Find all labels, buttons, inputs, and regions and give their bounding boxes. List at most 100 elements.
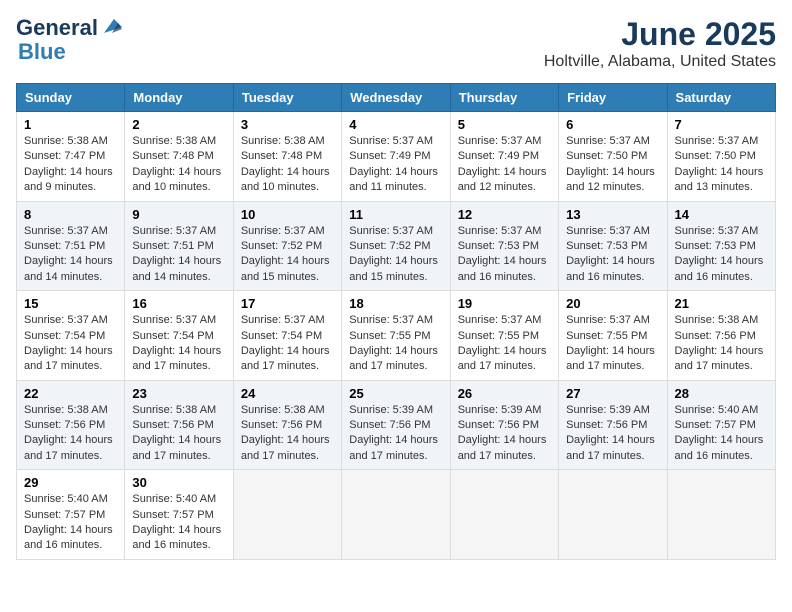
day-number: 15	[24, 296, 117, 311]
calendar-cell: 20 Sunrise: 5:37 AM Sunset: 7:55 PM Dayli…	[559, 291, 667, 381]
calendar-cell: 21 Sunrise: 5:38 AM Sunset: 7:56 PM Dayli…	[667, 291, 775, 381]
day-info: Sunrise: 5:37 AM Sunset: 7:55 PM Dayligh…	[566, 313, 659, 375]
day-number: 24	[241, 386, 334, 401]
calendar-cell: 10Sunrise: 5:37 AM Sunset: 7:52 PM Dayli…	[233, 201, 341, 291]
day-number: 13	[566, 207, 659, 222]
day-info: Sunrise: 5:37 AM Sunset: 7:50 PM Dayligh…	[675, 134, 768, 196]
logo-blue-text: Blue	[18, 40, 66, 64]
day-header-wednesday: Wednesday	[342, 84, 450, 112]
day-number: 7	[675, 117, 768, 132]
calendar-cell: 4 Sunrise: 5:37 AM Sunset: 7:49 PM Daylig…	[342, 112, 450, 202]
day-number: 22	[24, 386, 117, 401]
day-header-sunday: Sunday	[17, 84, 125, 112]
page-header: General Blue June 2025 Holtville, Alabam…	[16, 16, 776, 71]
day-number: 6	[566, 117, 659, 132]
day-number: 27	[566, 386, 659, 401]
calendar-cell	[559, 470, 667, 560]
day-header-tuesday: Tuesday	[233, 84, 341, 112]
calendar-cell: 2 Sunrise: 5:38 AM Sunset: 7:48 PM Daylig…	[125, 112, 233, 202]
calendar-cell: 8 Sunrise: 5:37 AM Sunset: 7:51 PM Daylig…	[17, 201, 125, 291]
day-info: Sunrise: 5:37 AM Sunset: 7:51 PM Dayligh…	[24, 224, 117, 286]
calendar-cell: 11 Sunrise: 5:37 AM Sunset: 7:52 PM Dayli…	[342, 201, 450, 291]
day-number: 14	[675, 207, 768, 222]
day-info: Sunrise: 5:37 AM Sunset: 7:53 PM Dayligh…	[566, 224, 659, 286]
day-info: Sunrise: 5:38 AM Sunset: 7:56 PM Dayligh…	[132, 403, 225, 465]
calendar-cell: 17Sunrise: 5:37 AM Sunset: 7:54 PM Dayli…	[233, 291, 341, 381]
day-info: Sunrise: 5:37 AM Sunset: 7:51 PM Dayligh…	[132, 224, 225, 286]
day-number: 25	[349, 386, 442, 401]
month-title: June 2025	[544, 16, 776, 53]
title-area: June 2025 Holtville, Alabama, United Sta…	[544, 16, 776, 71]
calendar-cell: 27 Sunrise: 5:39 AM Sunset: 7:56 PM Dayli…	[559, 380, 667, 470]
calendar-cell: 19Sunrise: 5:37 AM Sunset: 7:55 PM Dayli…	[450, 291, 558, 381]
calendar-cell: 16 Sunrise: 5:37 AM Sunset: 7:54 PM Dayli…	[125, 291, 233, 381]
calendar-cell: 9Sunrise: 5:37 AM Sunset: 7:51 PM Daylig…	[125, 201, 233, 291]
calendar-cell: 30 Sunrise: 5:40 AM Sunset: 7:57 PM Dayli…	[125, 470, 233, 560]
location-title: Holtville, Alabama, United States	[544, 53, 776, 71]
calendar-cell: 15 Sunrise: 5:37 AM Sunset: 7:54 PM Dayli…	[17, 291, 125, 381]
calendar-table: SundayMondayTuesdayWednesdayThursdayFrid…	[16, 83, 776, 560]
day-info: Sunrise: 5:37 AM Sunset: 7:52 PM Dayligh…	[349, 224, 442, 286]
calendar-cell: 29 Sunrise: 5:40 AM Sunset: 7:57 PM Dayli…	[17, 470, 125, 560]
calendar-cell: 12Sunrise: 5:37 AM Sunset: 7:53 PM Dayli…	[450, 201, 558, 291]
calendar-week-row: 29 Sunrise: 5:40 AM Sunset: 7:57 PM Dayli…	[17, 470, 776, 560]
calendar-cell: 13 Sunrise: 5:37 AM Sunset: 7:53 PM Dayli…	[559, 201, 667, 291]
day-number: 29	[24, 475, 117, 490]
day-number: 16	[132, 296, 225, 311]
calendar-week-row: 8 Sunrise: 5:37 AM Sunset: 7:51 PM Daylig…	[17, 201, 776, 291]
calendar-cell: 22 Sunrise: 5:38 AM Sunset: 7:56 PM Dayli…	[17, 380, 125, 470]
day-info: Sunrise: 5:37 AM Sunset: 7:49 PM Dayligh…	[349, 134, 442, 196]
calendar-cell	[342, 470, 450, 560]
day-info: Sunrise: 5:38 AM Sunset: 7:48 PM Dayligh…	[132, 134, 225, 196]
calendar-cell: 28 Sunrise: 5:40 AM Sunset: 7:57 PM Dayli…	[667, 380, 775, 470]
day-number: 3	[241, 117, 334, 132]
day-number: 5	[458, 117, 551, 132]
calendar-week-row: 22 Sunrise: 5:38 AM Sunset: 7:56 PM Dayli…	[17, 380, 776, 470]
day-header-friday: Friday	[559, 84, 667, 112]
calendar-cell	[233, 470, 341, 560]
day-info: Sunrise: 5:37 AM Sunset: 7:53 PM Dayligh…	[458, 224, 551, 286]
day-info: Sunrise: 5:37 AM Sunset: 7:55 PM Dayligh…	[349, 313, 442, 375]
logo-icon	[100, 15, 122, 37]
logo: General Blue	[16, 16, 122, 64]
day-number: 21	[675, 296, 768, 311]
day-info: Sunrise: 5:38 AM Sunset: 7:56 PM Dayligh…	[24, 403, 117, 465]
calendar-cell: 18Sunrise: 5:37 AM Sunset: 7:55 PM Dayli…	[342, 291, 450, 381]
day-number: 20	[566, 296, 659, 311]
calendar-cell	[450, 470, 558, 560]
day-info: Sunrise: 5:37 AM Sunset: 7:50 PM Dayligh…	[566, 134, 659, 196]
day-info: Sunrise: 5:39 AM Sunset: 7:56 PM Dayligh…	[458, 403, 551, 465]
day-number: 23	[132, 386, 225, 401]
day-number: 2	[132, 117, 225, 132]
day-number: 11	[349, 207, 442, 222]
day-number: 4	[349, 117, 442, 132]
day-number: 1	[24, 117, 117, 132]
day-info: Sunrise: 5:37 AM Sunset: 7:54 PM Dayligh…	[132, 313, 225, 375]
calendar-cell: 24Sunrise: 5:38 AM Sunset: 7:56 PM Dayli…	[233, 380, 341, 470]
day-number: 26	[458, 386, 551, 401]
day-number: 17	[241, 296, 334, 311]
day-number: 28	[675, 386, 768, 401]
day-info: Sunrise: 5:39 AM Sunset: 7:56 PM Dayligh…	[349, 403, 442, 465]
day-info: Sunrise: 5:38 AM Sunset: 7:47 PM Dayligh…	[24, 134, 117, 196]
calendar-cell	[667, 470, 775, 560]
day-header-thursday: Thursday	[450, 84, 558, 112]
day-info: Sunrise: 5:37 AM Sunset: 7:54 PM Dayligh…	[24, 313, 117, 375]
day-info: Sunrise: 5:38 AM Sunset: 7:48 PM Dayligh…	[241, 134, 334, 196]
day-info: Sunrise: 5:37 AM Sunset: 7:52 PM Dayligh…	[241, 224, 334, 286]
day-info: Sunrise: 5:40 AM Sunset: 7:57 PM Dayligh…	[24, 492, 117, 554]
calendar-cell: 25 Sunrise: 5:39 AM Sunset: 7:56 PM Dayli…	[342, 380, 450, 470]
calendar-cell: 14Sunrise: 5:37 AM Sunset: 7:53 PM Dayli…	[667, 201, 775, 291]
calendar-cell: 5Sunrise: 5:37 AM Sunset: 7:49 PM Daylig…	[450, 112, 558, 202]
calendar-cell: 26 Sunrise: 5:39 AM Sunset: 7:56 PM Dayli…	[450, 380, 558, 470]
day-header-saturday: Saturday	[667, 84, 775, 112]
day-number: 30	[132, 475, 225, 490]
logo-general-text: General	[16, 16, 98, 40]
calendar-header-row: SundayMondayTuesdayWednesdayThursdayFrid…	[17, 84, 776, 112]
day-info: Sunrise: 5:39 AM Sunset: 7:56 PM Dayligh…	[566, 403, 659, 465]
day-info: Sunrise: 5:40 AM Sunset: 7:57 PM Dayligh…	[675, 403, 768, 465]
day-info: Sunrise: 5:38 AM Sunset: 7:56 PM Dayligh…	[675, 313, 768, 375]
day-number: 8	[24, 207, 117, 222]
day-info: Sunrise: 5:40 AM Sunset: 7:57 PM Dayligh…	[132, 492, 225, 554]
day-header-monday: Monday	[125, 84, 233, 112]
